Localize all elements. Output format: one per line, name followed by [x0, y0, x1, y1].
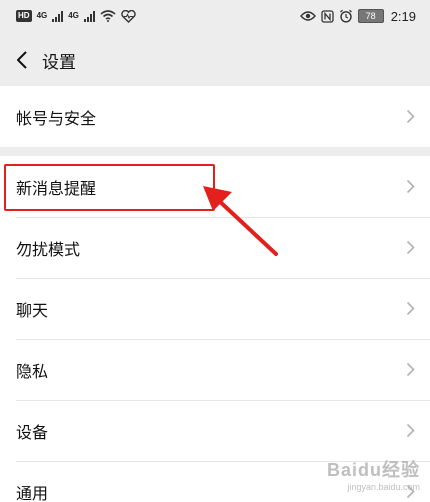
annotation-arrow-icon — [203, 186, 278, 256]
watermark-logo: Baidu经验 jingyan.baidu.com — [327, 456, 420, 492]
watermark-brand: Baidu经验 — [326, 460, 420, 480]
watermark-domain: jingyan.baidu.com — [347, 482, 420, 492]
